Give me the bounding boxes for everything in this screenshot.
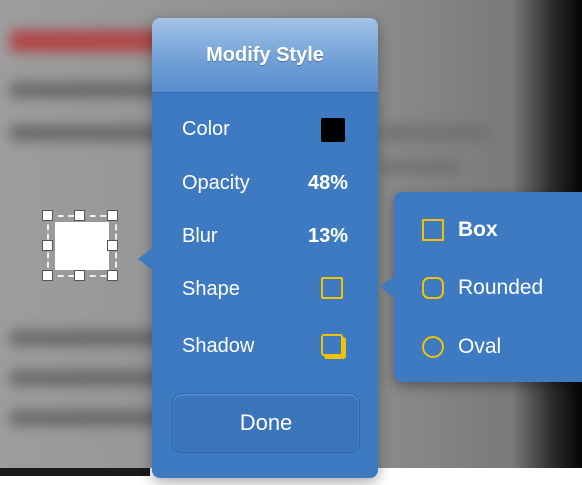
shadow-label: Shadow [182, 334, 255, 357]
shape-option-label: Box [458, 218, 498, 241]
resize-handle-top-right[interactable] [107, 210, 118, 221]
modify-style-popover: Modify Style Color Opacity 48% Blur 13% … [138, 18, 378, 478]
blurred-text-line [10, 330, 160, 346]
selected-element[interactable] [55, 222, 109, 270]
shape-label: Shape [182, 277, 240, 300]
popover-pointer [138, 248, 152, 270]
opacity-label: Opacity [182, 171, 250, 194]
blurred-text-line [10, 370, 160, 386]
blur-value[interactable]: 13% [308, 225, 348, 248]
shape-option-label: Oval [458, 335, 502, 358]
blurred-text-line [380, 160, 460, 174]
shape-option-rounded[interactable]: Rounded [422, 273, 543, 303]
resize-handle-bottom-right[interactable] [107, 270, 118, 281]
blur-row[interactable]: Blur 13% [182, 221, 348, 251]
opacity-row[interactable]: Opacity 48% [182, 168, 348, 198]
blur-label: Blur [182, 224, 218, 247]
shape-row[interactable]: Shape [182, 274, 348, 304]
resize-handle-top[interactable] [74, 210, 85, 221]
submenu-pointer [380, 276, 394, 298]
color-swatch[interactable] [321, 118, 345, 142]
resize-handle-top-left[interactable] [42, 210, 53, 221]
circle-icon [422, 336, 444, 358]
square-outline-icon[interactable] [321, 277, 343, 299]
color-label: Color [182, 117, 230, 140]
shape-option-label: Rounded [458, 276, 544, 299]
blurred-text-line [10, 410, 160, 426]
resize-handle-bottom[interactable] [74, 270, 85, 281]
resize-handle-left[interactable] [42, 240, 53, 251]
resize-handle-right[interactable] [107, 240, 118, 251]
resize-handle-bottom-left[interactable] [42, 270, 53, 281]
square-icon [422, 219, 444, 241]
shape-option-box[interactable]: Box [422, 215, 498, 245]
rounded-square-icon [422, 277, 444, 299]
blurred-text-line [380, 125, 490, 141]
done-button[interactable]: Done [172, 393, 360, 453]
blurred-text-line [10, 82, 160, 98]
opacity-value[interactable]: 48% [308, 172, 348, 195]
shape-submenu: Box Rounded Oval [380, 192, 582, 382]
shadow-row[interactable]: Shadow [182, 331, 348, 361]
color-row[interactable]: Color [182, 114, 348, 144]
popover-header: Modify Style [152, 18, 378, 93]
blurred-text-line [10, 125, 160, 141]
shadow-square-icon[interactable] [321, 334, 343, 356]
blurred-heading [10, 30, 170, 52]
shape-option-oval[interactable]: Oval [422, 332, 501, 362]
popover-title: Modify Style [206, 43, 324, 66]
